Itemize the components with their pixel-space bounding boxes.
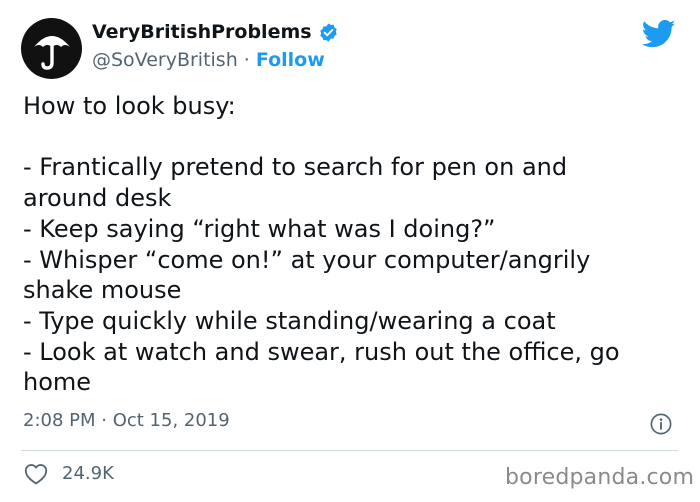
- user-handle[interactable]: @SoVeryBritish: [92, 49, 238, 71]
- watermark: boredpanda.com: [505, 465, 695, 490]
- heart-icon[interactable]: [24, 463, 48, 485]
- info-icon[interactable]: [650, 413, 672, 435]
- tweet-text: How to look busy: - Frantically pretend …: [23, 92, 620, 397]
- display-name-text: VeryBritishProblems: [92, 21, 312, 43]
- divider: [21, 450, 678, 451]
- handle-row: @SoVeryBritish · Follow: [92, 49, 325, 71]
- umbrella-icon: [33, 35, 70, 70]
- verified-badge-icon: [319, 22, 337, 42]
- handle-separator: ·: [237, 49, 256, 71]
- like-count: 24.9K: [62, 463, 114, 484]
- follow-button[interactable]: Follow: [256, 49, 325, 71]
- tweet-timestamp[interactable]: 2:08 PM · Oct 15, 2019: [23, 410, 230, 431]
- display-name[interactable]: VeryBritishProblems: [92, 21, 339, 43]
- twitter-bird-icon[interactable]: [642, 19, 676, 49]
- avatar[interactable]: [21, 18, 82, 79]
